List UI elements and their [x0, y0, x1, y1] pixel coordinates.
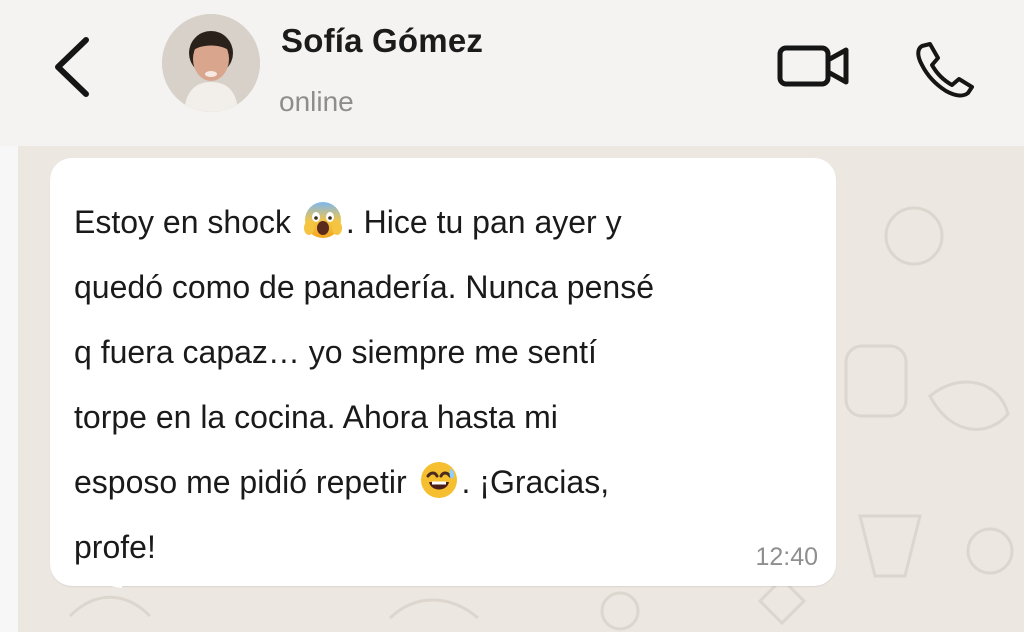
- video-call-button[interactable]: [772, 38, 854, 94]
- message-time: 12:40: [755, 543, 818, 571]
- voice-call-button[interactable]: [912, 34, 978, 98]
- contact-status: online: [279, 86, 354, 117]
- video-camera-icon: [777, 45, 849, 87]
- message-text-part-2: . Hice tu pan ayer y quedó como de panad…: [74, 204, 654, 500]
- chat-area[interactable]: Estoy en shock . Hice tu pan ayer y qued…: [0, 146, 1024, 632]
- phone-icon: [916, 42, 974, 98]
- incoming-message-bubble[interactable]: Estoy en shock . Hice tu pan ayer y qued…: [50, 158, 836, 588]
- back-button[interactable]: [44, 30, 104, 104]
- message-text-part-1: Estoy en shock: [74, 204, 300, 240]
- avatar-image: [162, 14, 260, 112]
- face-screaming-in-fear-emoji: [302, 198, 344, 240]
- chevron-left-icon: [55, 37, 89, 97]
- avatar[interactable]: [162, 14, 260, 112]
- contact-name: Sofía Gómez: [281, 22, 484, 59]
- chat-header: Sofía Gómez online: [0, 0, 1024, 146]
- grinning-face-with-sweat-emoji: [418, 458, 460, 500]
- message-text: Estoy en shock . Hice tu pan ayer y qued…: [74, 190, 814, 580]
